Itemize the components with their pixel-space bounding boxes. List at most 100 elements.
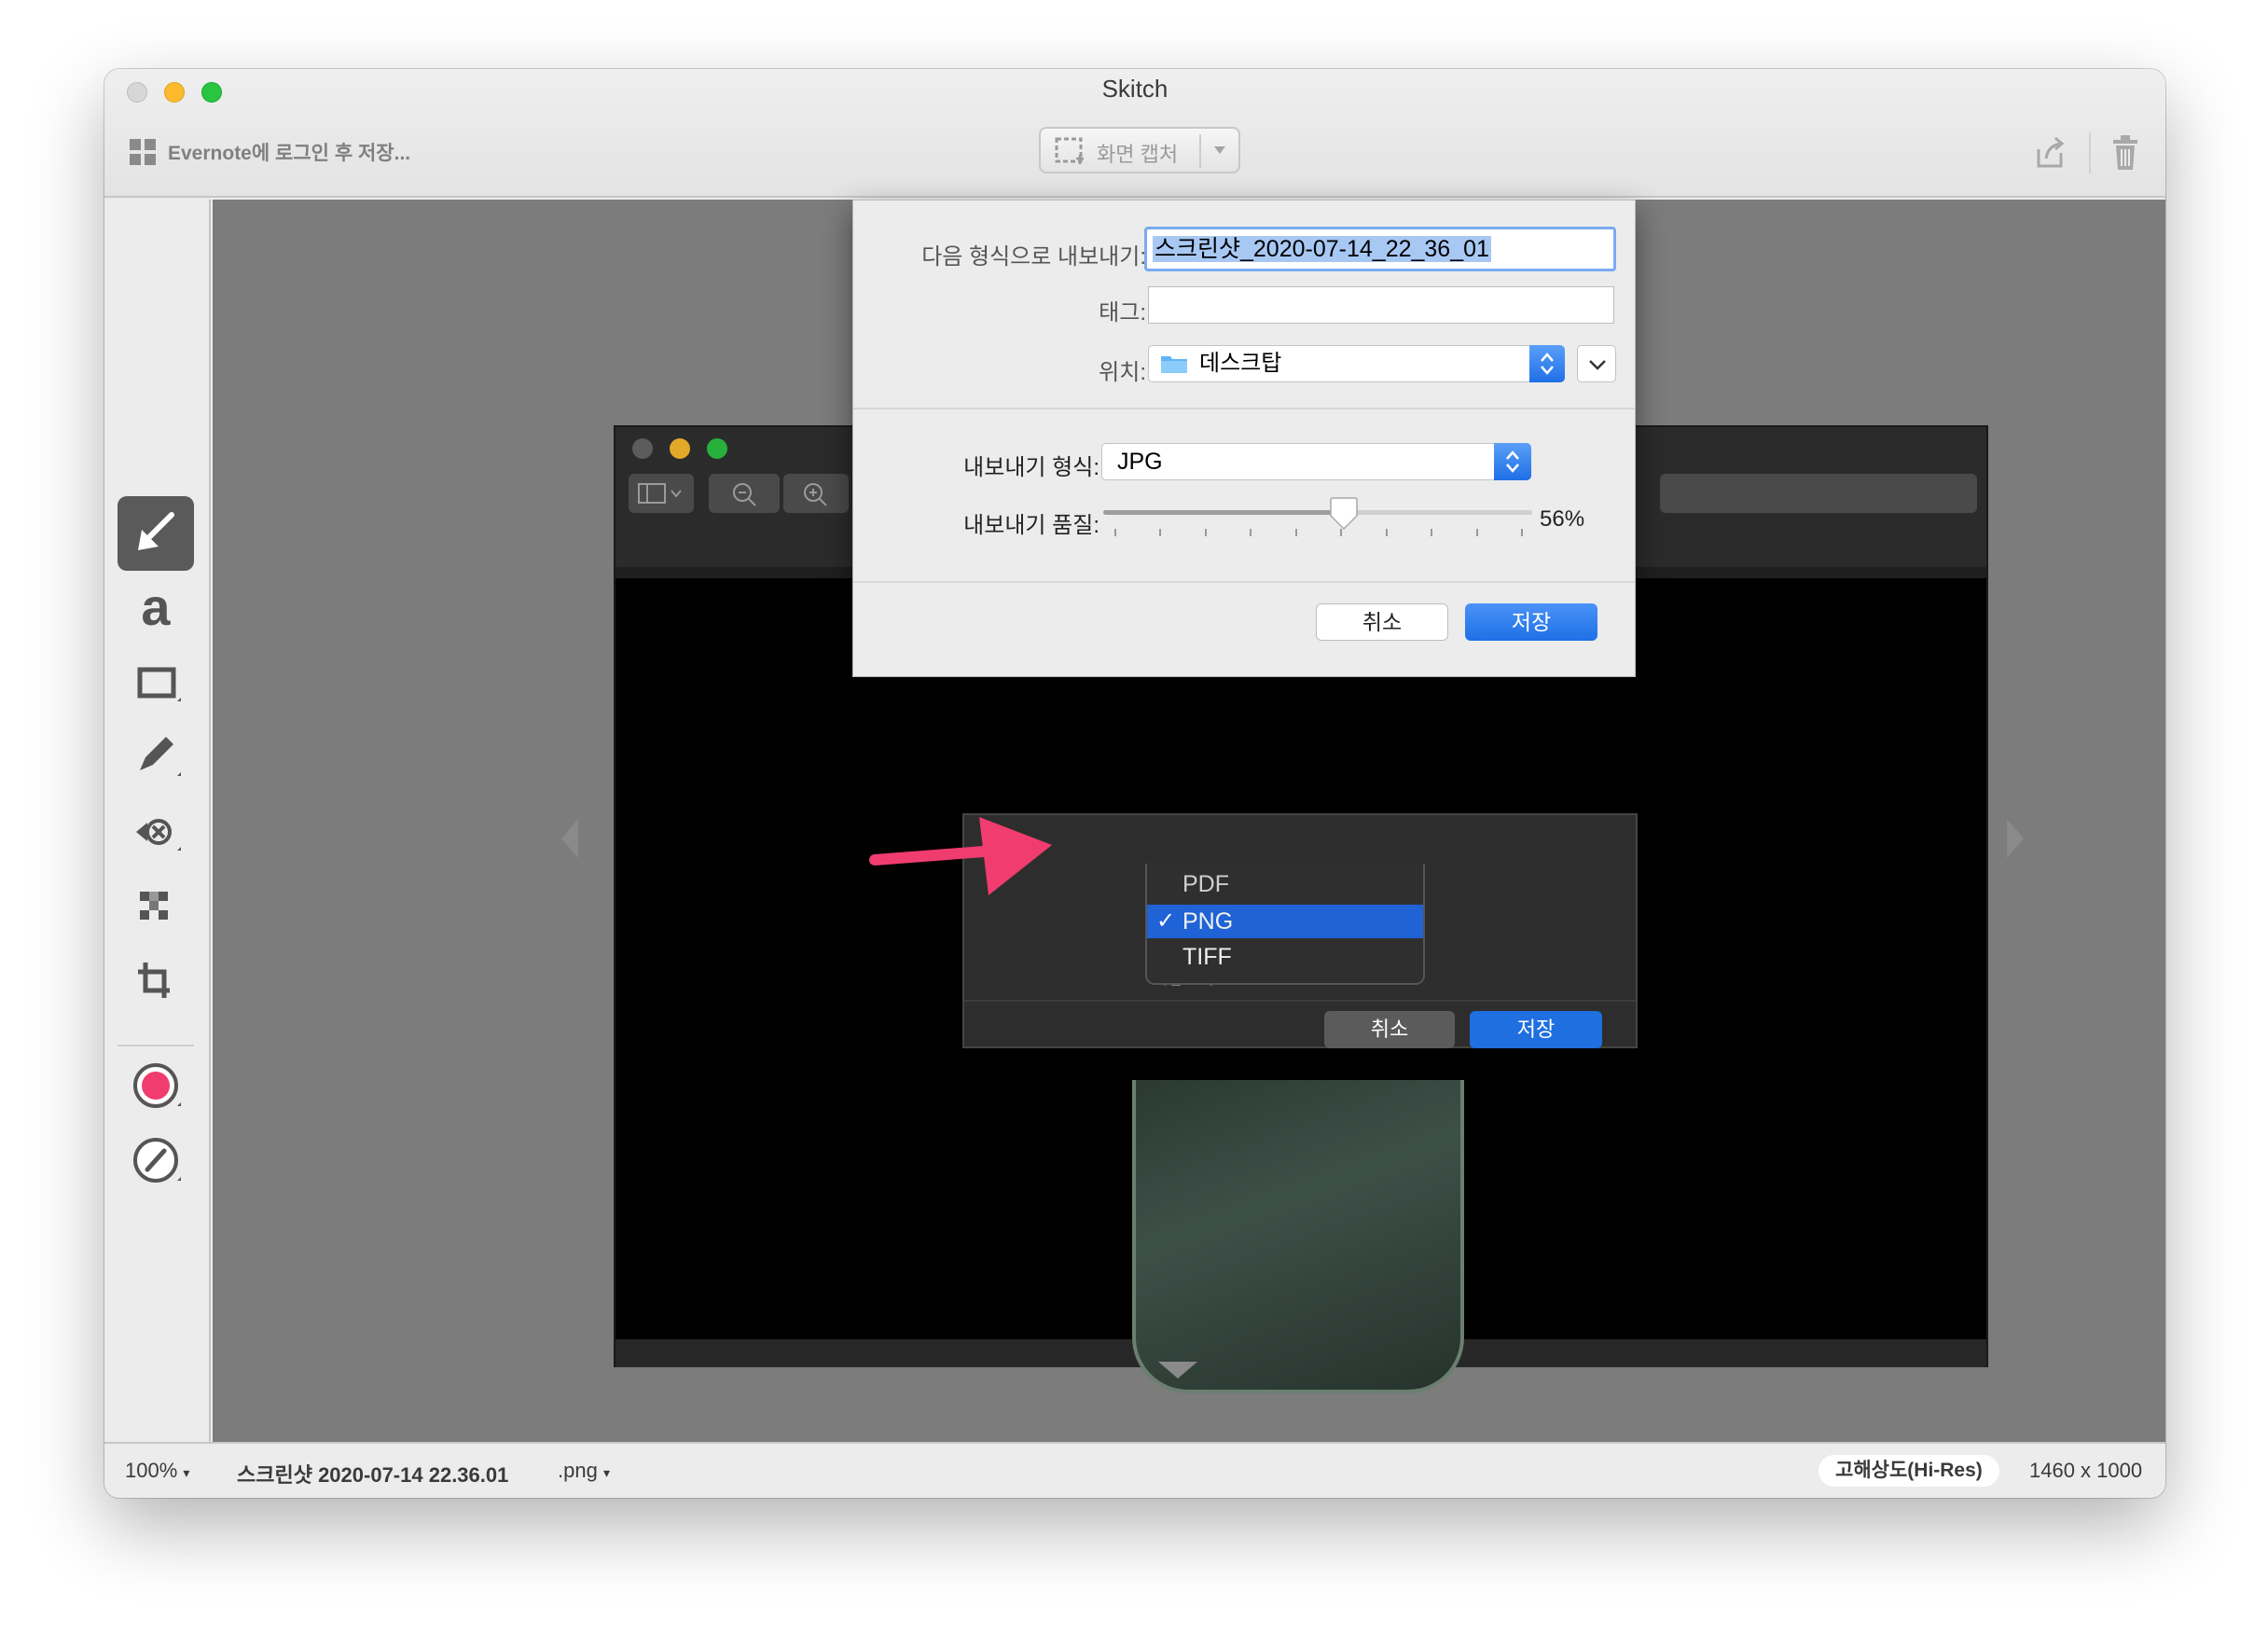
expand-button[interactable] <box>1577 345 1616 382</box>
slider-tick <box>1340 529 1343 536</box>
slider-tick <box>1521 529 1523 536</box>
arrow-tool[interactable] <box>118 496 194 571</box>
evernote-grid-icon <box>130 139 156 165</box>
save-button[interactable]: 저장 <box>1465 603 1597 641</box>
crop-tool-icon <box>138 962 170 998</box>
up-down-chevron-icon <box>1541 353 1554 375</box>
quality-label: 내보내기 품질: <box>963 513 1099 538</box>
embedded-cancel-button: 취소 <box>1324 1011 1455 1048</box>
quality-slider-fill <box>1103 510 1344 515</box>
capture-marquee-icon <box>1055 137 1084 164</box>
trash-icon[interactable] <box>2109 134 2141 172</box>
slider-tick <box>1114 529 1116 536</box>
sidebar-icon <box>638 483 682 504</box>
slider-tick <box>1475 529 1478 536</box>
chevron-down-icon: ▾ <box>602 1465 610 1480</box>
evernote-save-button[interactable]: Evernote에 로그인 후 저장... <box>168 138 410 166</box>
format-option-pdf: PDF <box>1182 871 1229 897</box>
export-as-label: 다음 형식으로 내보내기: <box>921 244 1146 270</box>
embedded-zoom-light <box>707 438 727 459</box>
folder-icon <box>1161 356 1187 373</box>
text-tool[interactable]: a <box>118 571 194 645</box>
zoom-in-icon <box>804 483 827 506</box>
slider-tick <box>1385 529 1388 536</box>
extension-menu[interactable]: .png ▾ <box>558 1459 610 1483</box>
line-width-picker[interactable] <box>118 1123 194 1198</box>
embedded-zoom-out-button <box>709 474 780 513</box>
zoom-out-icon <box>733 483 756 506</box>
image-dimensions: 1460 x 1000 <box>2029 1459 2143 1482</box>
zoom-value: 100% <box>125 1459 178 1482</box>
where-label: 위치: <box>1099 360 1146 385</box>
embedded-minimize-light <box>670 438 690 459</box>
export-dialog: 다음 형식으로 내보내기: 스크린샷_2020-07-14_22_36_01 태… <box>852 200 1636 677</box>
format-label: 내보내기 형식: <box>963 455 1099 480</box>
pixelate-tool[interactable] <box>118 869 194 944</box>
share-icon[interactable] <box>2031 134 2068 172</box>
chevron-down-icon <box>1589 360 1606 370</box>
quality-slider-knob[interactable] <box>1329 497 1359 531</box>
phone-image <box>1132 1080 1464 1393</box>
crop-tool[interactable] <box>118 944 194 1018</box>
tool-palette: a <box>104 200 211 1442</box>
format-option-tiff: TIFF <box>1182 944 1232 970</box>
zoom-menu[interactable]: 100% ▾ <box>125 1459 189 1483</box>
text-tool-icon: a <box>141 577 171 636</box>
format-stepper[interactable] <box>1494 443 1531 480</box>
where-select[interactable]: 데스크탑 <box>1148 345 1565 382</box>
cancel-button[interactable]: 취소 <box>1316 603 1448 641</box>
skitch-window: Skitch Evernote에 로그인 후 저장... 화면 캡처 a 취소 … <box>104 69 2165 1498</box>
embedded-save-button: 저장 <box>1470 1011 1602 1048</box>
tags-label: 태그: <box>1099 300 1146 325</box>
up-down-chevron-icon <box>1506 450 1519 473</box>
hires-badge[interactable]: 고해상도(Hi-Res) <box>1819 1455 1999 1487</box>
embedded-search-field <box>1660 474 1977 513</box>
format-option-png: ✓ PNG <box>1147 905 1423 938</box>
rectangle-tool[interactable] <box>118 645 194 720</box>
format-select[interactable]: JPG <box>1101 443 1531 480</box>
format-option-png-label: PNG <box>1182 908 1234 935</box>
where-stepper[interactable] <box>1529 345 1565 382</box>
arrow-tool-icon <box>138 512 174 550</box>
where-value: 데스크탑 <box>1199 351 1282 376</box>
canvas[interactable]: 포맷 파일 크기 취소 저장 PDF ✓ PNG TIFF <box>213 200 2165 1442</box>
svg-text:a: a <box>141 577 171 636</box>
filename-field[interactable]: 스크린샷_2020-07-14_22_36_01 <box>1144 227 1616 271</box>
chevron-down-icon[interactable] <box>1212 144 1227 157</box>
next-arrow-icon[interactable] <box>2003 815 2027 862</box>
filename-value: 스크린샷_2020-07-14_22_36_01 <box>1153 236 1491 262</box>
embedded-close-light <box>632 438 653 459</box>
screen-capture-button[interactable]: 화면 캡처 <box>1039 127 1240 173</box>
embedded-format-dropdown: PDF ✓ PNG TIFF <box>1145 864 1425 985</box>
file-name[interactable]: 스크린샷 2020-07-14 22.36.01 <box>237 1459 508 1489</box>
pen-tool[interactable] <box>118 720 194 795</box>
pen-tool-icon <box>140 737 181 776</box>
pixelate-tool-icon <box>140 892 168 920</box>
color-picker[interactable] <box>118 1048 194 1123</box>
tags-field[interactable] <box>1148 286 1614 324</box>
embedded-sidebar-button <box>629 474 694 513</box>
quality-value: 56% <box>1540 506 1585 532</box>
capture-label: 화면 캡처 <box>1097 143 1179 166</box>
slider-tick <box>1204 529 1207 536</box>
chevron-down-icon: ▾ <box>183 1465 190 1480</box>
extension-value: .png <box>558 1459 598 1482</box>
title-bar: Skitch Evernote에 로그인 후 저장... 화면 캡처 <box>104 69 2165 198</box>
slider-tick <box>1250 529 1252 536</box>
color-picker-icon <box>133 1063 181 1108</box>
slider-tick <box>1294 529 1297 536</box>
window-title: Skitch <box>1101 75 1169 103</box>
stamp-tool-icon <box>136 819 181 851</box>
format-value: JPG <box>1117 449 1163 475</box>
checkmark-icon: ✓ <box>1156 908 1176 934</box>
slider-tick <box>1159 529 1162 536</box>
pink-annotation-arrow[interactable] <box>856 804 1099 907</box>
embedded-zoom-in-button <box>783 474 849 513</box>
line-width-icon <box>133 1138 181 1183</box>
stamp-tool[interactable] <box>118 795 194 869</box>
previous-arrow-icon[interactable] <box>558 815 582 862</box>
down-arrow-icon[interactable] <box>1155 1358 1201 1382</box>
rectangle-tool-icon <box>137 667 181 701</box>
slider-tick <box>1431 529 1433 536</box>
status-bar: 100% ▾ 스크린샷 2020-07-14 22.36.01 .png ▾ 고… <box>104 1442 2165 1498</box>
